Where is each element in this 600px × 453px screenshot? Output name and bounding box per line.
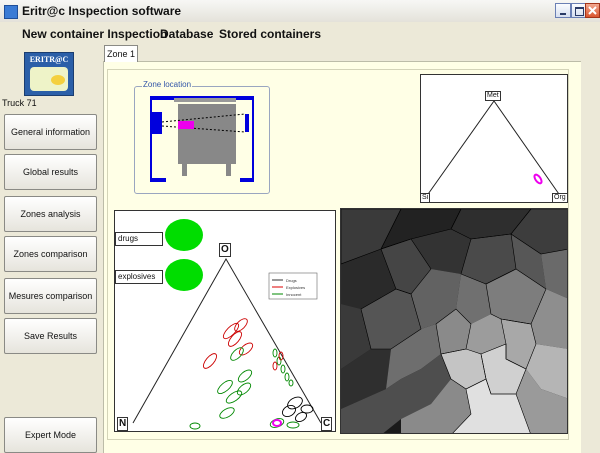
tab-zone-1[interactable]: Zone 1: [104, 45, 138, 62]
app-icon: [4, 5, 18, 19]
logo-text: ERITR@C: [29, 55, 69, 64]
vertex-label-si: Si: [420, 193, 431, 203]
legend-box: Drugs Explosives Innocent: [268, 272, 318, 300]
container-location-diagram: [150, 96, 254, 182]
current-measure-point: [272, 419, 282, 427]
svg-text:Drugs: Drugs: [286, 278, 297, 283]
zones-comparison-button[interactable]: Zones comparison: [4, 236, 97, 272]
explosives-indicator: [165, 259, 203, 291]
zone-location-legend: Zone location: [142, 80, 193, 89]
vertex-label-org: Org: [552, 193, 568, 203]
vertex-label-o: O: [219, 243, 231, 257]
svg-text:Explosives: Explosives: [286, 285, 305, 290]
save-results-button[interactable]: Save Results: [4, 318, 97, 354]
menu-new-container-inspection[interactable]: New container Inspection: [22, 27, 167, 41]
vertex-label-met: Met: [485, 91, 501, 101]
menu-database[interactable]: Database: [160, 27, 213, 41]
drugs-indicator: [165, 219, 203, 251]
measurement-ellipses: [189, 318, 314, 430]
eritrac-logo: ERITR@C: [24, 52, 74, 96]
window-title: Eritr@c Inspection software: [22, 4, 182, 18]
drugs-label: drugs: [115, 232, 163, 246]
close-button[interactable]: [585, 3, 600, 18]
close-icon: [588, 6, 597, 15]
ternary-point: [533, 173, 543, 185]
menu-stored-containers[interactable]: Stored containers: [219, 27, 321, 41]
menu-bar: New container Inspection Database Stored…: [0, 22, 600, 44]
svg-text:Innocent: Innocent: [286, 292, 302, 297]
minimize-button[interactable]: [555, 3, 571, 18]
title-bar: Eritr@c Inspection software: [0, 0, 600, 23]
zones-analysis-button[interactable]: Zones analysis: [4, 196, 97, 232]
global-results-button[interactable]: Global results: [4, 154, 97, 190]
explosives-label: explosives: [115, 270, 163, 284]
vertex-label-c: C: [321, 417, 333, 431]
classification-ternary-plot: Drugs Explosives Innocent drugs explosiv…: [114, 210, 336, 432]
mesures-comparison-button[interactable]: Mesures comparison: [4, 278, 97, 314]
expert-mode-button[interactable]: Expert Mode: [4, 417, 97, 453]
composition-ternary-plot: Met Si Org: [420, 74, 568, 203]
general-information-button[interactable]: General information: [4, 114, 97, 150]
voronoi-density-map: [340, 208, 568, 434]
truck-label: Truck 71: [2, 98, 37, 108]
vertex-label-n: N: [117, 417, 129, 431]
